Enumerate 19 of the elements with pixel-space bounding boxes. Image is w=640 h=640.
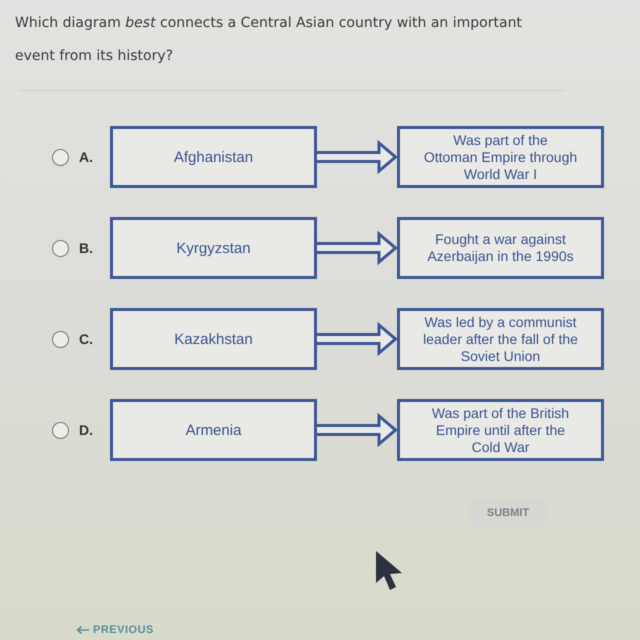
option-letter: D. [79,422,94,438]
option-letter: A. [79,149,94,165]
previous-link[interactable]: PREVIOUS [76,624,154,636]
country-box: Kazakhstan [110,308,317,370]
country-box: Afghanistan [110,126,317,188]
radio-button[interactable] [52,422,69,438]
country-box: Kyrgyzstan [110,217,317,279]
country-box: Armenia [110,399,317,461]
event-box: Fought a war against Azerbaijan in the 1990s [397,217,604,279]
option-letter: B. [79,240,94,256]
radio-button[interactable] [52,240,69,256]
radio-button[interactable] [52,148,69,166]
option-letter: C. [79,331,94,347]
event-box: Was led by a communist leader after the fall of the Soviet Union [397,308,604,370]
left-arrow-icon [76,625,90,635]
question-text: Which diagram best connects a Central Asian country with an important event from its history? [15,14,523,66]
event-box: Was part of the Ottoman Empire through World War I [397,126,604,188]
radio-button[interactable] [52,330,69,348]
event-box: Was part of the British Empire until after the Cold War [397,399,604,461]
